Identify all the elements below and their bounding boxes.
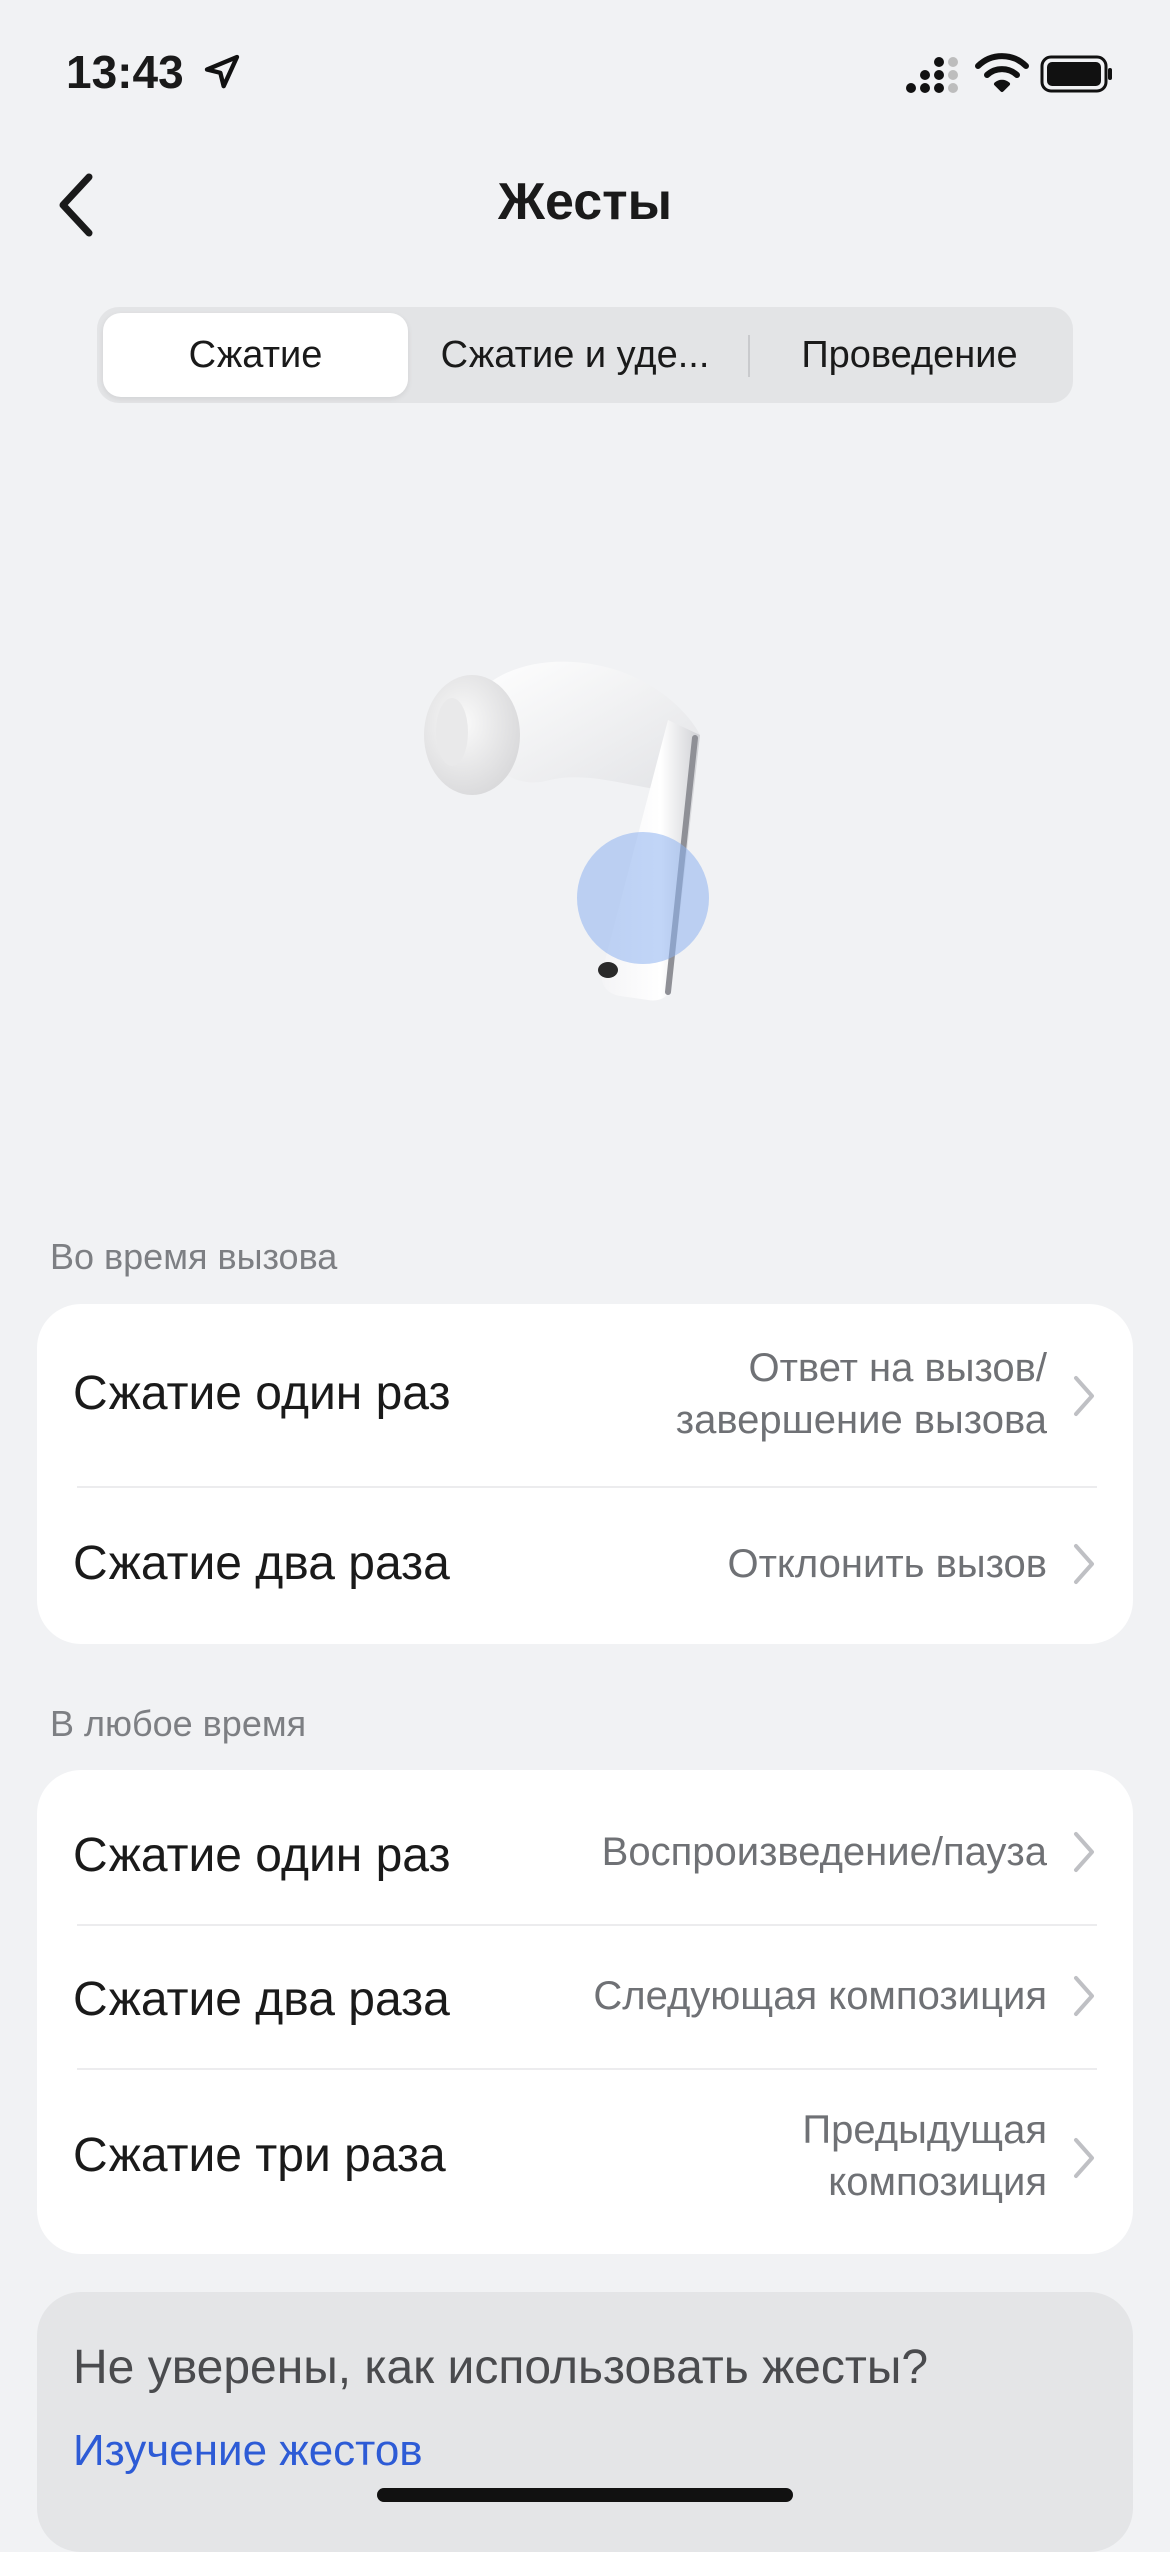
list-row-call-squeeze-twice[interactable]: Сжатие два раза Отклонить вызов	[37, 1488, 1133, 1644]
row-label: Сжатие два раза	[73, 1537, 450, 1590]
chevron-right-icon	[1074, 2138, 1094, 2178]
tab-squeeze-and-hold[interactable]: Сжатие и уде...	[409, 313, 741, 397]
gesture-segmented-control: Сжатие Сжатие и уде... Проведение	[97, 307, 1073, 403]
tab-swipe[interactable]: Проведение	[752, 313, 1067, 397]
row-value: Ответ на вызов/ завершение вызова	[676, 1342, 1047, 1446]
cellular-signal-icon	[906, 57, 958, 93]
row-value-line2: композиция	[828, 2160, 1047, 2204]
learn-question-text: Не уверены, как использовать жесты?	[73, 2341, 929, 2394]
row-value: Предыдущая композиция	[802, 2104, 1047, 2208]
row-value: Следующая композиция	[593, 1970, 1047, 2022]
chevron-right-icon	[1074, 1376, 1094, 1416]
row-value: Отклонить вызов	[727, 1538, 1047, 1590]
list-row-squeeze-once[interactable]: Сжатие один раз Воспроизведение/пауза	[37, 1770, 1133, 1924]
list-row-squeeze-twice[interactable]: Сжатие два раза Следующая композиция	[37, 1926, 1133, 2068]
section-header-during-call: Во время вызова	[50, 1236, 338, 1277]
row-value-line1: Воспроизведение/пауза	[601, 1830, 1047, 1874]
location-arrow-icon	[204, 54, 240, 89]
row-value-line1: Ответ на вызов/	[748, 1346, 1047, 1390]
row-label: Сжатие один раз	[73, 1829, 451, 1882]
row-value-line1: Отклонить вызов	[727, 1542, 1047, 1586]
segment-divider	[748, 335, 750, 377]
section-header-any-time: В любое время	[50, 1703, 307, 1744]
chevron-right-icon	[1074, 1976, 1094, 2016]
row-value: Воспроизведение/пауза	[602, 1826, 1047, 1878]
status-bar: 13:43	[0, 0, 1170, 150]
wifi-icon	[975, 53, 1029, 92]
battery-icon	[1040, 55, 1112, 93]
list-row-squeeze-three-times[interactable]: Сжатие три раза Предыдущая композиция	[37, 2070, 1133, 2254]
during-call-card: Сжатие один раз Ответ на вызов/ завершен…	[37, 1304, 1133, 1644]
row-value-line1: Следующая композиция	[593, 1974, 1047, 2018]
learn-gestures-link[interactable]: Изучение жестов	[73, 2426, 423, 2476]
home-indicator[interactable]	[377, 2488, 793, 2502]
status-time: 13:43	[66, 46, 184, 98]
tab-squeeze[interactable]: Сжатие	[103, 313, 408, 397]
chevron-right-icon	[1074, 1544, 1094, 1584]
row-label: Сжатие один раз	[73, 1367, 451, 1420]
row-value-line2: завершение вызова	[675, 1398, 1047, 1442]
list-row-call-squeeze-once[interactable]: Сжатие один раз Ответ на вызов/ завершен…	[37, 1304, 1133, 1486]
learn-gestures-card: Не уверены, как использовать жесты? Изуч…	[37, 2292, 1133, 2552]
any-time-card: Сжатие один раз Воспроизведение/пауза Сж…	[37, 1770, 1133, 2254]
earbud-image	[424, 661, 709, 1001]
row-value-line1: Предыдущая	[802, 2108, 1047, 2152]
page-title: Жесты	[497, 173, 673, 231]
row-label: Сжатие три раза	[73, 2129, 446, 2182]
row-label: Сжатие два раза	[73, 1973, 450, 2026]
chevron-right-icon	[1074, 1832, 1094, 1872]
